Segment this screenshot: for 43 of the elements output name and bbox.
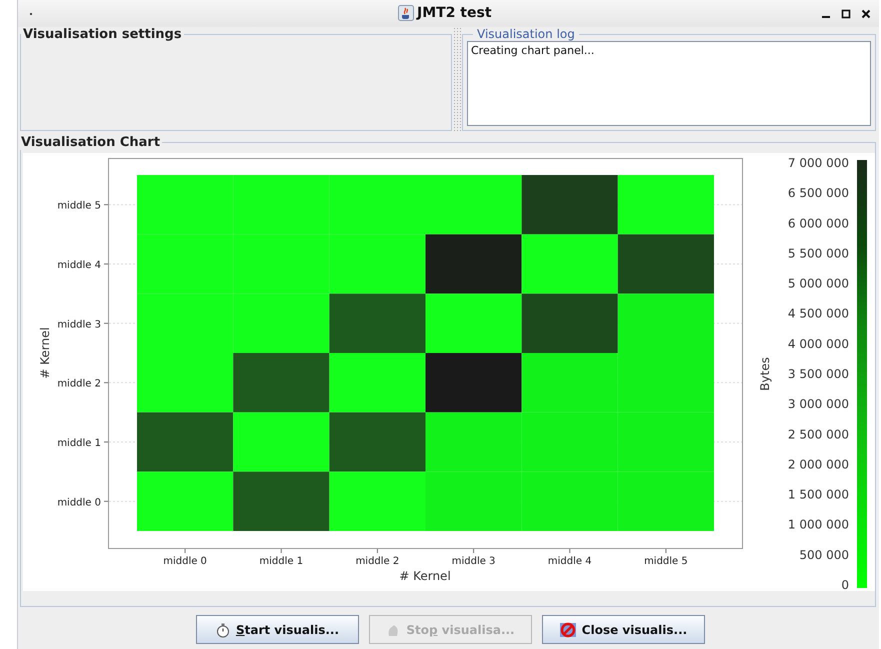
axis-tick-label: middle 3 (452, 556, 496, 567)
axis-title: # Kernel (399, 569, 451, 583)
scale-tick-label: 0 (841, 578, 849, 591)
scale-tick-label: 6 000 000 (788, 216, 849, 230)
scale-tick-label: 5 500 000 (788, 246, 849, 260)
scale-tick-label: 7 000 000 (788, 156, 849, 170)
close-icon[interactable] (861, 8, 871, 18)
axis-tick-label: middle 3 (57, 319, 101, 330)
log-line: Creating chart panel... (471, 44, 596, 57)
action-button[interactable]: Start visualis... (196, 615, 358, 644)
action-button[interactable]: Close visualis... (542, 615, 704, 644)
scale-tick-label: 2 500 000 (788, 427, 849, 442)
scale-tick-label: 2 000 000 (788, 457, 849, 472)
java-cup-icon (398, 5, 414, 21)
scale-tick-label: 6 500 000 (788, 186, 849, 200)
log-text-area[interactable]: Creating chart panel... (467, 41, 871, 126)
axis-tick-label: middle 0 (163, 556, 207, 567)
panel-title: Visualisation log (476, 27, 576, 41)
axis-tick-label: middle 5 (644, 556, 688, 567)
window-title: JMT2 test (417, 5, 492, 21)
scale-tick-label: 500 000 (799, 548, 849, 562)
axis-tick-label: middle 5 (57, 200, 101, 212)
scale-tick-label: 4 000 000 (788, 336, 849, 351)
axis-tick-label: middle 2 (57, 378, 101, 390)
panel-title: Visualisation Chart (20, 135, 162, 150)
panel-title: Visualisation settings (22, 27, 183, 42)
scale-tick-label: 1 000 000 (788, 518, 849, 532)
scale-tick-label: 4 500 000 (788, 306, 849, 321)
scale-tick-label: 5 000 000 (788, 276, 849, 291)
axis-tick-label: middle 2 (356, 556, 400, 567)
scale-tick-label: 3 000 000 (788, 397, 849, 412)
scale-title: Bytes (758, 357, 772, 391)
axis-tick-label: middle 0 (57, 497, 101, 508)
axis-tick-label: middle 4 (548, 556, 592, 567)
scale-tick-label: 1 500 000 (788, 488, 849, 502)
stopwatch-icon (214, 622, 231, 638)
scale-tick-label: 3 500 000 (788, 367, 849, 381)
axis-tick-label: middle 1 (259, 556, 304, 567)
axis-title: # Kernel (38, 327, 52, 379)
prohibited-icon (558, 622, 577, 638)
axis-tick-label: middle 1 (57, 438, 101, 449)
axis-tick-label: middle 4 (57, 260, 101, 271)
maximize-icon[interactable] (841, 8, 851, 18)
